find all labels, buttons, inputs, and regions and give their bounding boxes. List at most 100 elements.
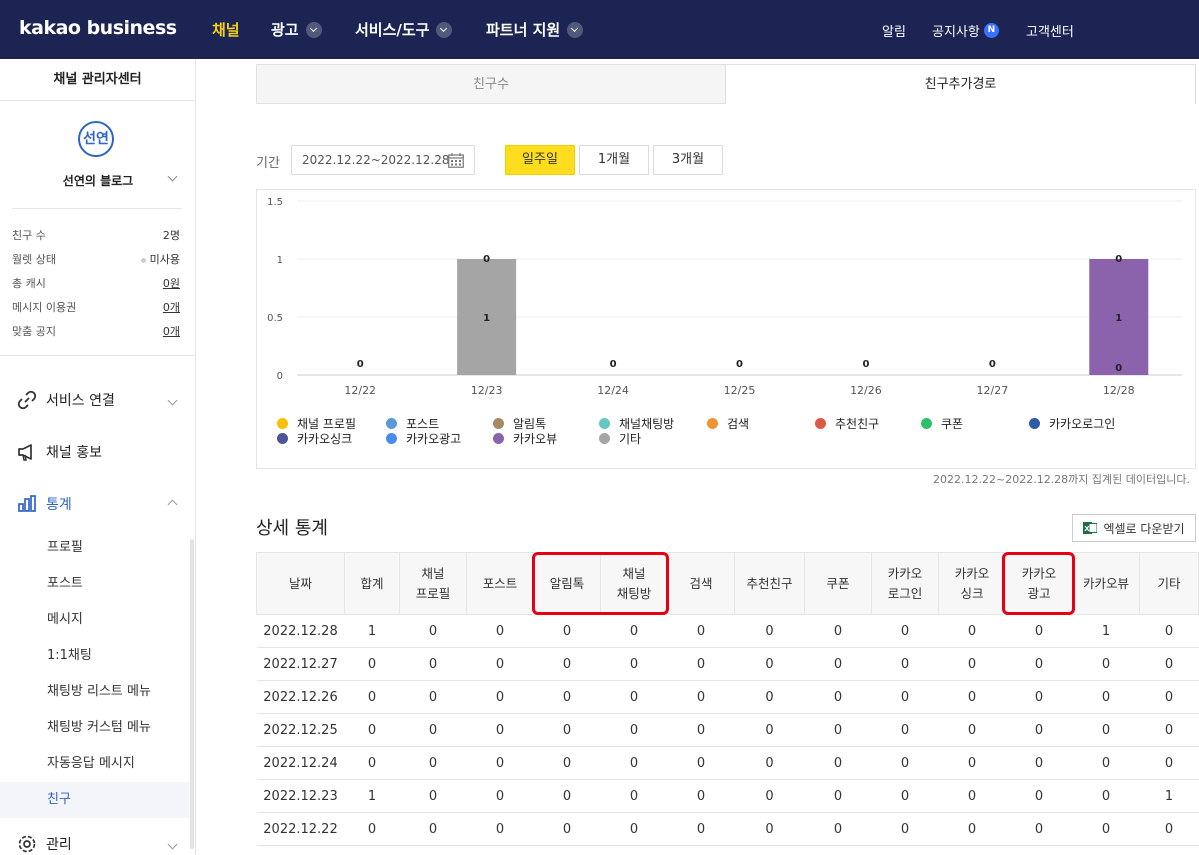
nav-notice[interactable]: 공지사항 N: [932, 21, 999, 40]
submenu-chat[interactable]: 1:1채팅: [0, 638, 191, 674]
column-header: 쿠폰: [804, 552, 872, 615]
count-cell: 0: [804, 746, 872, 780]
nav-support[interactable]: 고객센터: [1026, 21, 1074, 40]
count-cell: 0: [344, 713, 400, 747]
nav-channel[interactable]: 채널: [212, 19, 240, 40]
period-1month-button[interactable]: 1개월: [579, 145, 649, 175]
table-row: 2022.12.27 0 0 0 0 0 0 0 0 0 0 0 0 0: [256, 647, 1199, 681]
table-row: 2022.12.28 1 0 0 0 0 0 0 0 0 0 0 1 0: [256, 614, 1199, 648]
submenu-friends[interactable]: 친구: [0, 782, 191, 818]
count-cell: 0: [734, 680, 805, 714]
channel-name[interactable]: 선연의 블로그: [0, 172, 196, 189]
count-cell: 0: [1072, 779, 1140, 813]
info-wallet: 월렛 상태 미사용: [12, 251, 180, 267]
date-cell: 2022.12.28: [256, 614, 345, 648]
date-range-picker[interactable]: 2022.12.22~2022.12.28: [291, 145, 475, 175]
column-header: 채널 프로필: [399, 552, 467, 615]
count-cell: 0: [466, 746, 534, 780]
legend-item[interactable]: 카카오싱크: [277, 430, 352, 447]
legend-item[interactable]: 카카오로그인: [1029, 415, 1115, 432]
count-cell: 0: [533, 812, 601, 846]
count-cell: 0: [600, 779, 668, 813]
submenu-chatroom-list-menu[interactable]: 채팅방 리스트 메뉴: [0, 674, 191, 710]
nav-alert[interactable]: 알림: [882, 21, 906, 40]
count-cell: 0: [1139, 647, 1199, 681]
nav-ads-label: 광고: [271, 21, 299, 39]
period-week-button[interactable]: 일주일: [505, 145, 575, 175]
count-cell: 0: [871, 713, 939, 747]
legend-item[interactable]: 카카오광고: [386, 430, 461, 447]
legend-item[interactable]: 기타: [599, 430, 641, 447]
count-cell: 0: [938, 713, 1006, 747]
count-cell: 0: [600, 713, 668, 747]
legend-dot-icon: [815, 418, 826, 429]
nav-channel-label: 채널: [212, 21, 240, 39]
count-cell: 0: [734, 812, 805, 846]
column-header: 검색: [667, 552, 735, 615]
submenu-chatroom-custom-menu[interactable]: 채팅방 커스텀 메뉴: [0, 710, 191, 746]
count-cell: 0: [399, 779, 467, 813]
count-cell: 0: [804, 614, 872, 648]
nav-ads[interactable]: 광고: [271, 19, 322, 40]
column-header: 추천친구: [734, 552, 805, 615]
column-header: 날짜: [256, 552, 345, 615]
count-cell: 0: [871, 614, 939, 648]
count-cell: 0: [667, 647, 735, 681]
legend-dot-icon: [386, 418, 397, 429]
submenu-post[interactable]: 포스트: [0, 566, 191, 602]
legend-dot-icon: [599, 418, 610, 429]
info-message-ticket: 메시지 이용권 0개: [12, 299, 180, 315]
nav-service-tools[interactable]: 서비스/도구: [355, 19, 453, 40]
count-cell: 0: [1072, 680, 1140, 714]
info-value-link[interactable]: 0개: [163, 323, 180, 339]
count-cell: 0: [344, 680, 400, 714]
date-cell: 2022.12.25: [256, 713, 345, 747]
count-cell: 0: [1005, 713, 1073, 747]
legend-item[interactable]: 추천친구: [815, 415, 879, 432]
nav-partner-label: 파트너 지원: [486, 21, 561, 39]
menu-channel-promo[interactable]: 채널 홍보: [16, 441, 182, 463]
info-label: 친구 수: [12, 229, 46, 242]
count-cell: 0: [804, 713, 872, 747]
table-body: 2022.12.28 1 0 0 0 0 0 0 0 0 0 0 1 0 2022.12.27 0 0 0 0 0 0 0…: [256, 614, 1199, 846]
period-3month-button[interactable]: 3개월: [653, 145, 723, 175]
count-cell: 0: [1072, 812, 1140, 846]
count-cell: 0: [600, 746, 668, 780]
column-header: 카카오 로그인: [871, 552, 939, 615]
count-cell: 0: [734, 779, 805, 813]
chevron-down-icon: [167, 839, 178, 849]
data-label: 0: [1115, 254, 1122, 265]
count-cell: 0: [1005, 779, 1073, 813]
menu-service-connect[interactable]: 서비스 연결: [16, 389, 182, 411]
count-cell: 0: [871, 779, 939, 813]
excel-download-button[interactable]: X 엑셀로 다운받기: [1072, 514, 1196, 542]
submenu-message[interactable]: 메시지: [0, 602, 191, 638]
bar-chart: 0 0.5 1 1.5 0 12/22 0 1 12/23 0 12/24 0 12/25 0 12/26 0…: [267, 197, 1182, 397]
nav-partner-support[interactable]: 파트너 지원: [486, 19, 584, 40]
info-label: 맞춤 공지: [12, 325, 56, 338]
submenu-auto-reply[interactable]: 자동응답 메시지: [0, 746, 191, 782]
menu-manage[interactable]: 관리: [16, 833, 182, 855]
tab-friend-count[interactable]: 친구수: [256, 64, 726, 104]
kakao-business-logo[interactable]: kakao business: [19, 17, 177, 39]
submenu-profile[interactable]: 프로필: [0, 530, 191, 566]
info-value-link[interactable]: 0원: [163, 275, 180, 291]
legend-label: 검색: [727, 417, 750, 431]
info-value-wrap: 미사용: [140, 251, 180, 267]
legend-item[interactable]: 카카오뷰: [493, 430, 557, 447]
svg-text:X: X: [1085, 525, 1091, 533]
count-cell: 0: [938, 614, 1006, 648]
info-label: 월렛 상태: [12, 253, 56, 266]
legend-item[interactable]: 검색: [707, 415, 749, 432]
legend-item[interactable]: 쿠폰: [921, 415, 963, 432]
column-header: 합계: [344, 552, 400, 615]
count-cell: 0: [533, 746, 601, 780]
info-value-link[interactable]: 0개: [163, 299, 180, 315]
calendar-icon: [448, 153, 464, 168]
tab-friend-route[interactable]: 친구추가경로: [726, 64, 1196, 104]
sidebar-scrollbar[interactable]: [190, 539, 194, 849]
count-cell: 0: [466, 680, 534, 714]
menu-stats[interactable]: 통계: [16, 493, 182, 515]
divider: [0, 355, 196, 356]
top-nav: kakao business 채널 광고 서비스/도구 파트너 지원 알림 공지…: [0, 0, 1199, 59]
